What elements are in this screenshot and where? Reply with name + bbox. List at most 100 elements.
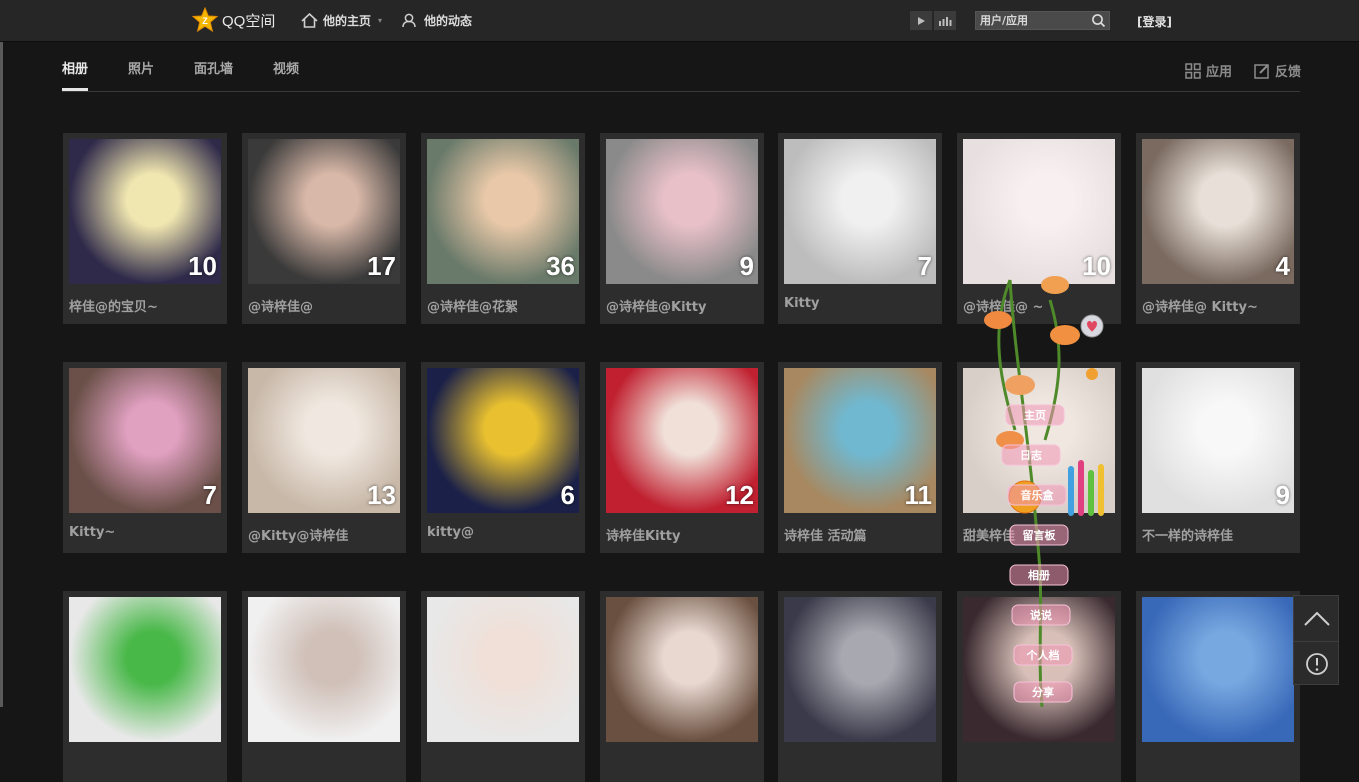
album-cover-image[interactable]: 7 [784, 139, 936, 284]
album-card[interactable]: 4 @诗梓佳@ Kitty~ [1136, 133, 1300, 324]
apps-button[interactable]: 应用 [1185, 61, 1232, 80]
flower-menu-label: 相册 [1028, 568, 1050, 582]
flower-menu-item[interactable]: 主页 [1005, 404, 1065, 426]
flower-menu-item[interactable]: 日志 [1001, 444, 1061, 466]
album-cover-image[interactable]: 17 [248, 139, 400, 284]
nav-activity-link[interactable]: 他的动态 [402, 12, 472, 29]
album-card[interactable]: 6 kitty@ [421, 362, 585, 553]
album-title[interactable]: Kitty~ [69, 525, 115, 540]
photo-count: 10 [188, 251, 217, 281]
album-title[interactable]: 梓佳@的宝贝~ [69, 296, 158, 315]
flower-menu-item[interactable]: 个人档 [1013, 644, 1073, 666]
album-card[interactable] [421, 591, 585, 782]
album-tabs: 相册 照片 面孔墙 视频 [62, 58, 339, 91]
album-title[interactable]: @诗梓佳@Kitty [606, 296, 706, 315]
chevron-up-icon[interactable] [1294, 596, 1340, 641]
photo-count: 7 [202, 480, 217, 510]
album-card[interactable]: 10 梓佳@的宝贝~ [63, 133, 227, 324]
flower-menu-widget: 主页日志音乐盒留言板相册说说个人档分享 [984, 276, 1104, 707]
album-cover-image[interactable] [427, 597, 579, 742]
tab-videos[interactable]: 视频 [273, 58, 299, 89]
search-icon[interactable] [1091, 13, 1106, 28]
album-cover-image[interactable]: 13 [248, 368, 400, 513]
album-title[interactable]: kitty@ [427, 525, 474, 540]
equalizer-icon [939, 16, 952, 26]
floating-toolbar [1293, 595, 1339, 685]
album-cover-image[interactable]: 10 [69, 139, 221, 284]
album-card[interactable]: 17 @诗梓佳@ [242, 133, 406, 324]
play-button[interactable] [910, 11, 932, 30]
album-cover-image[interactable] [1142, 597, 1294, 742]
album-card[interactable] [63, 591, 227, 782]
search-box [975, 11, 1110, 30]
album-cover-image[interactable] [606, 597, 758, 742]
album-cover-image[interactable] [784, 597, 936, 742]
album-cover-image[interactable]: 7 [69, 368, 221, 513]
flower-menu-item[interactable]: 音乐盒 [1007, 484, 1067, 506]
nav-home-link[interactable]: 他的主页 ▾ [301, 12, 382, 29]
flower-menu-label: 个人档 [1026, 648, 1060, 662]
flower-menu-label: 留言板 [1023, 528, 1057, 542]
album-title[interactable]: @诗梓佳@ [248, 296, 313, 315]
photo-count: 11 [904, 480, 933, 510]
nav-home-label: 他的主页 [323, 14, 372, 28]
home-icon [301, 13, 318, 28]
album-title[interactable]: Kitty [784, 296, 819, 311]
album-title[interactable]: @诗梓佳@花絮 [427, 296, 518, 315]
album-card[interactable]: 7 Kitty~ [63, 362, 227, 553]
feedback-button[interactable]: 反馈 [1254, 61, 1301, 80]
album-card[interactable]: 12 诗梓佳Kitty [600, 362, 764, 553]
flower-petal [1050, 325, 1080, 345]
qzone-logo[interactable]: Z QQ空间 [192, 7, 275, 33]
album-title[interactable]: 诗梓佳Kitty [606, 525, 680, 544]
tab-divider [62, 91, 1300, 92]
album-cover-image[interactable]: 11 [784, 368, 936, 513]
login-link[interactable]: [登录] [1137, 13, 1172, 30]
qzone-star-icon: Z [192, 7, 218, 33]
album-cover-image[interactable]: 12 [606, 368, 758, 513]
flower-petal [1041, 276, 1069, 294]
flower-menu-item[interactable]: 留言板 [1009, 524, 1069, 546]
album-card[interactable]: 11 诗梓佳 活动篇 [778, 362, 942, 553]
photo-count: 6 [560, 480, 575, 510]
info-icon[interactable] [1294, 642, 1340, 686]
equalizer-button[interactable] [934, 11, 956, 30]
flower-menu-item[interactable]: 相册 [1009, 564, 1069, 586]
album-title[interactable]: @诗梓佳@ Kitty~ [1142, 296, 1258, 315]
tab-face-wall[interactable]: 面孔墙 [194, 58, 233, 89]
album-card[interactable]: 9 @诗梓佳@Kitty [600, 133, 764, 324]
album-card[interactable] [600, 591, 764, 782]
album-card[interactable]: 7 Kitty [778, 133, 942, 324]
app-name: QQ空间 [222, 12, 276, 30]
album-card[interactable]: 36 @诗梓佳@花絮 [421, 133, 585, 324]
album-cover-image[interactable]: 9 [1142, 368, 1294, 513]
music-player [910, 11, 956, 30]
flower-menu-label: 分享 [1032, 685, 1054, 699]
flower-menu-item[interactable]: 说说 [1011, 604, 1071, 626]
album-card[interactable] [242, 591, 406, 782]
tab-photos[interactable]: 照片 [128, 58, 154, 89]
album-card[interactable]: 13 @Kitty@诗梓佳 [242, 362, 406, 553]
tab-albums[interactable]: 相册 [62, 58, 89, 91]
album-title[interactable]: @Kitty@诗梓佳 [248, 525, 348, 544]
album-card[interactable] [778, 591, 942, 782]
photo-count: 12 [725, 480, 754, 510]
apps-label: 应用 [1205, 65, 1232, 80]
album-cover-image[interactable]: 4 [1142, 139, 1294, 284]
album-card[interactable] [1136, 591, 1300, 782]
album-title[interactable]: 诗梓佳 活动篇 [784, 525, 867, 544]
album-cover-image[interactable]: 9 [606, 139, 758, 284]
album-card[interactable]: 9 不一样的诗梓佳 [1136, 362, 1300, 553]
album-cover-image[interactable]: 6 [427, 368, 579, 513]
search-input[interactable] [980, 12, 1086, 29]
album-cover-image[interactable]: 36 [427, 139, 579, 284]
photo-count: 36 [546, 251, 575, 281]
flower-menu-item[interactable]: 分享 [1013, 681, 1073, 703]
album-title[interactable]: 不一样的诗梓佳 [1142, 525, 1233, 544]
album-cover-image[interactable] [69, 597, 221, 742]
chevron-down-icon: ▾ [378, 16, 383, 25]
photo-count: 4 [1275, 251, 1290, 281]
album-cover-image[interactable] [248, 597, 400, 742]
photo-count: 9 [739, 251, 754, 281]
grid-icon [1185, 62, 1201, 79]
